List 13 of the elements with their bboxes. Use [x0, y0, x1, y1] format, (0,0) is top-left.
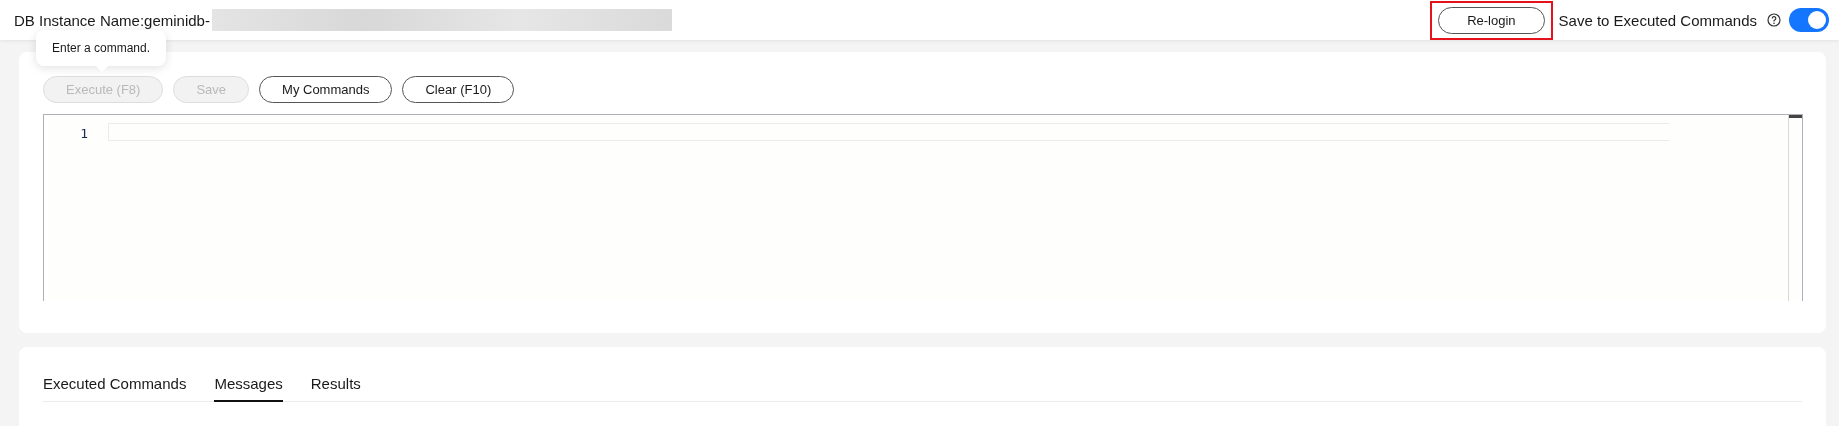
toolbar-button[interactable]: Clear (F10) [402, 76, 515, 103]
toolbar-button[interactable]: My Commands [259, 76, 393, 103]
scrollbar[interactable] [1788, 115, 1802, 301]
result-tab[interactable]: Executed Commands [43, 375, 187, 402]
result-tab[interactable]: Messages [214, 375, 283, 402]
result-tab[interactable]: Results [310, 375, 361, 402]
save-toggle[interactable] [1789, 8, 1829, 32]
save-toggle-label: Save to Executed Commands [1558, 11, 1757, 29]
line-number: 1 [80, 125, 88, 143]
help-icon[interactable] [1767, 13, 1781, 27]
instance-name-label: DB Instance Name:geminidb- [14, 11, 210, 29]
relogin-button[interactable]: Re-login [1438, 6, 1545, 34]
code-editor[interactable]: 1 [43, 114, 1803, 301]
